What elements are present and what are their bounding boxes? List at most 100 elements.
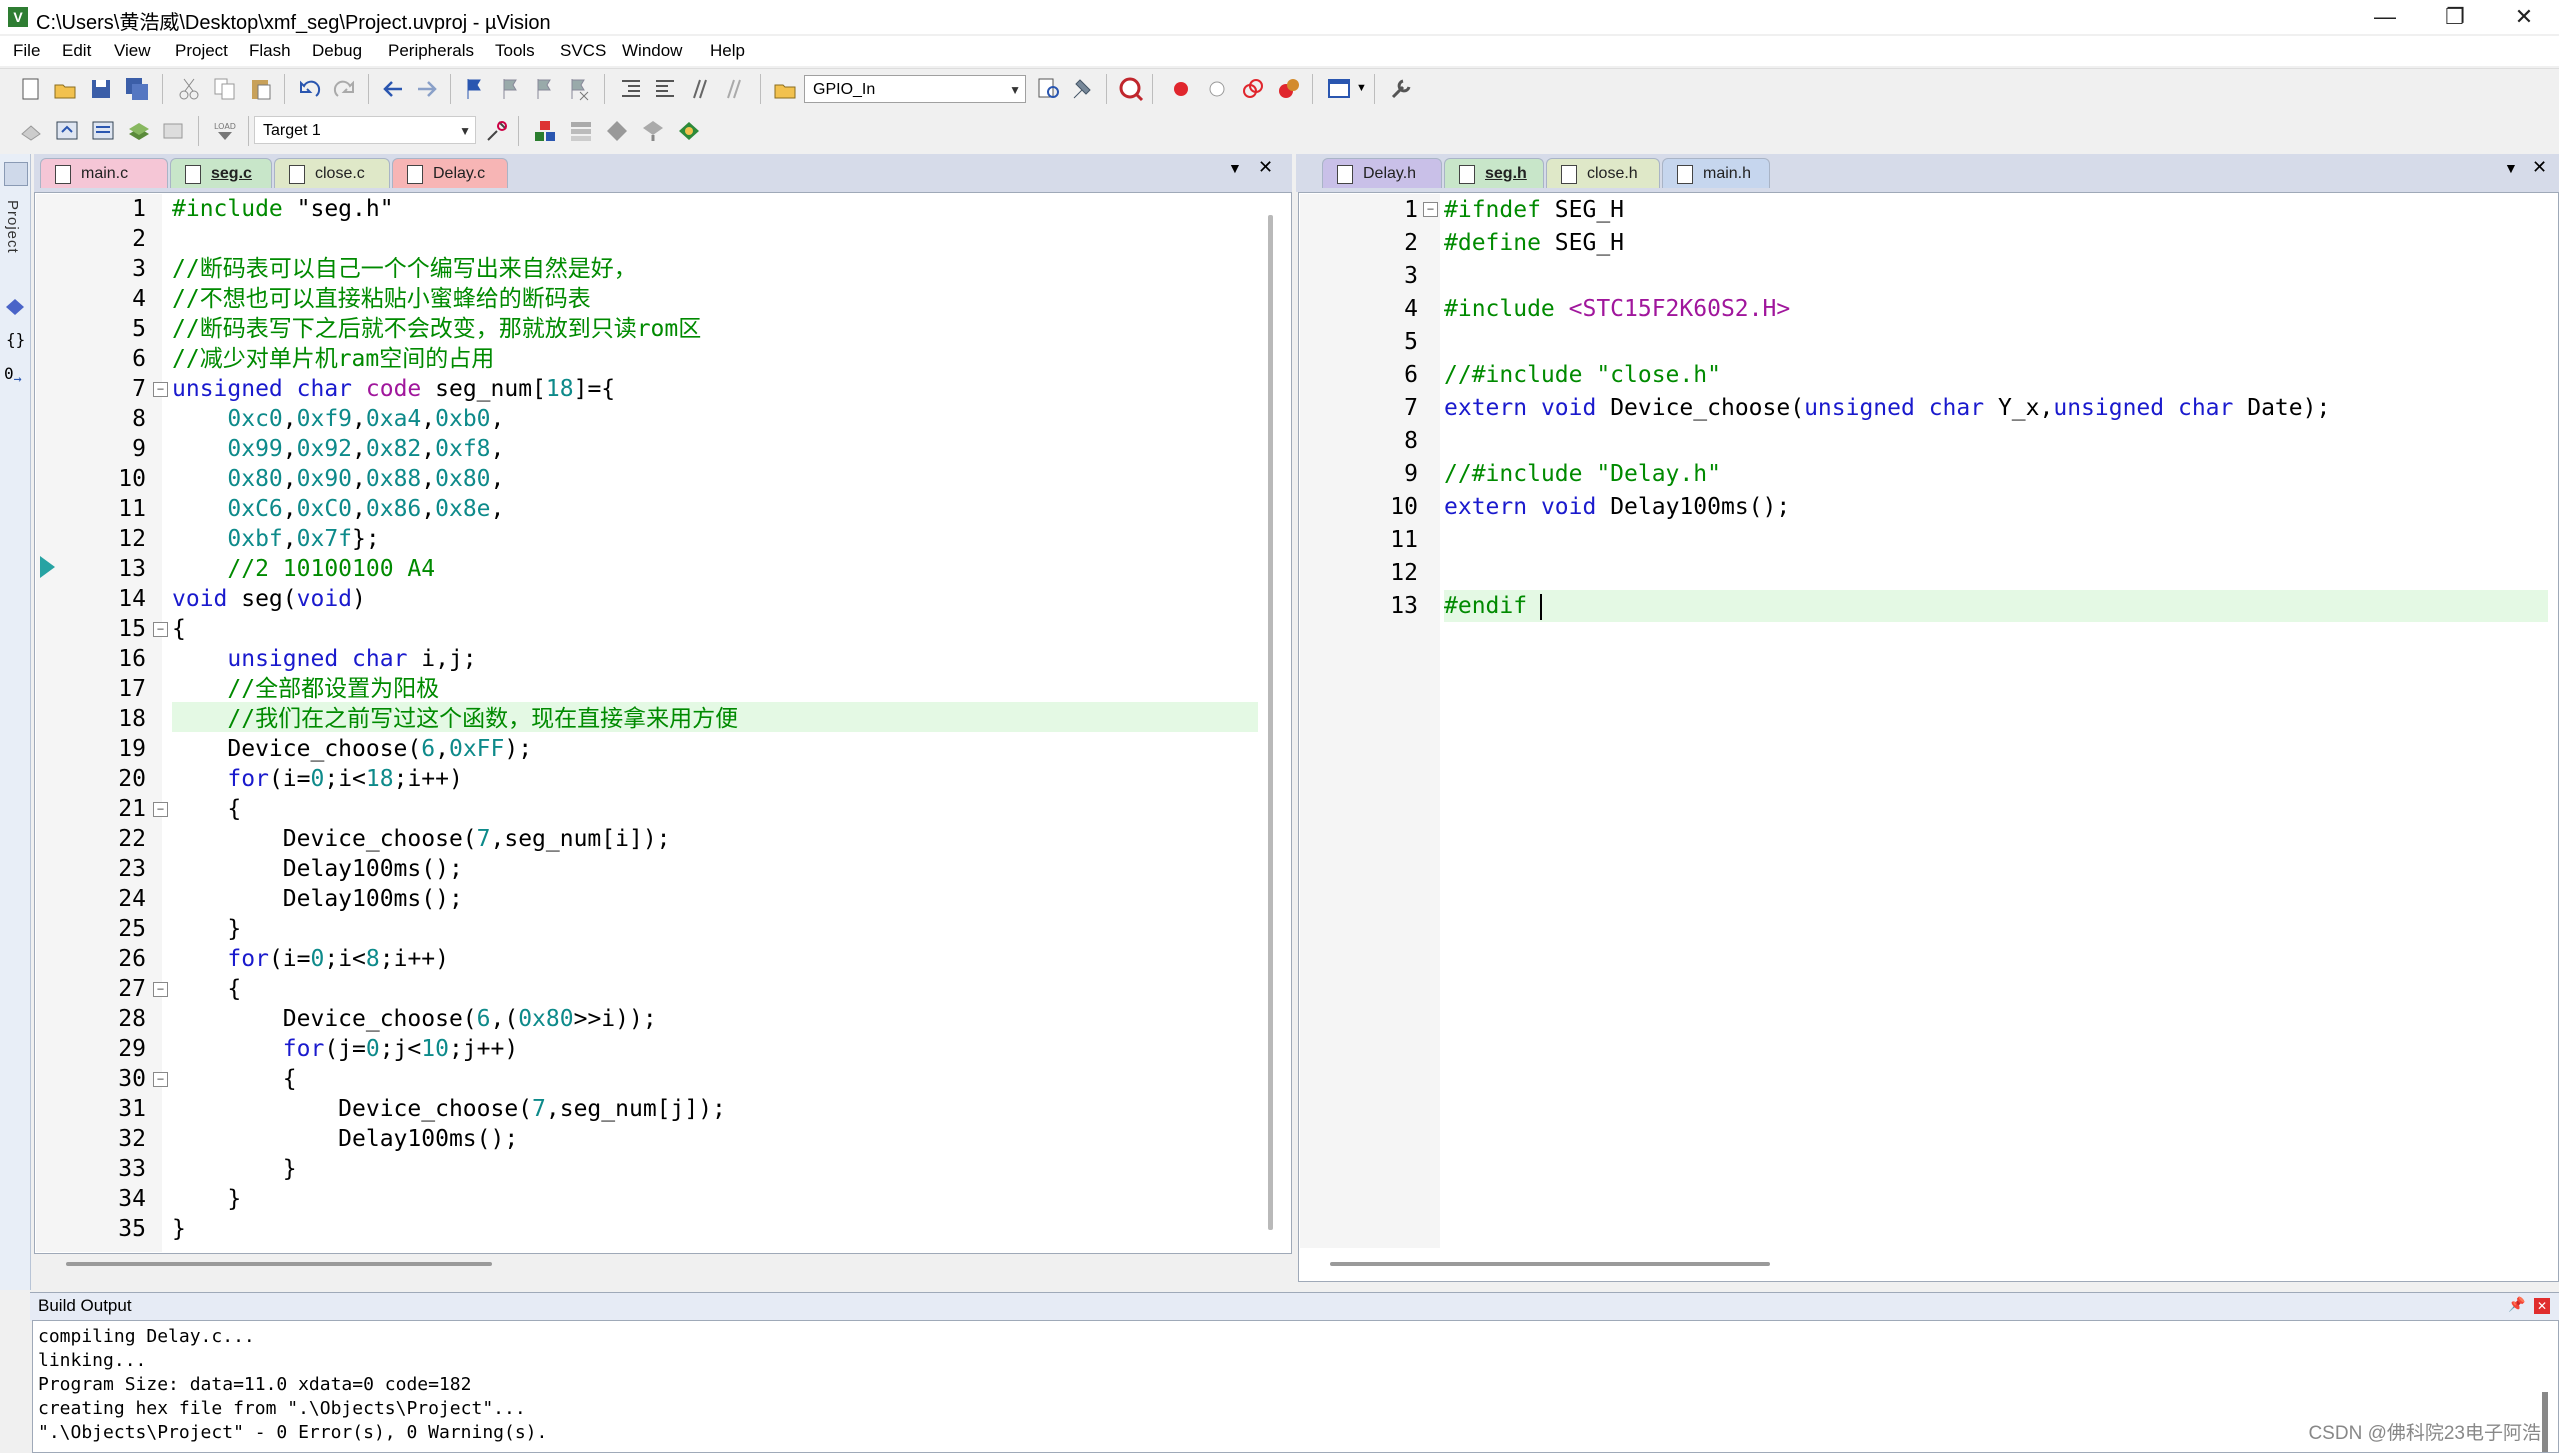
fold-toggle-icon[interactable]: − (153, 622, 168, 637)
project-tab-label[interactable]: Project (4, 200, 21, 254)
new-file-icon[interactable] (18, 76, 44, 102)
code-line[interactable]: } (172, 1184, 241, 1214)
redo-icon[interactable] (332, 76, 358, 102)
books-icon[interactable] (4, 296, 26, 318)
close-panel-icon[interactable]: ✕ (2534, 1298, 2550, 1314)
menu-view[interactable]: View (114, 41, 151, 61)
download-icon[interactable]: LOAD (212, 118, 238, 144)
configure-icon[interactable] (1388, 76, 1414, 102)
tab-Delay-c[interactable]: Delay.c (392, 158, 508, 188)
open-file-icon[interactable] (52, 76, 78, 102)
menu-tools[interactable]: Tools (495, 41, 535, 61)
tab-close-c[interactable]: close.c (274, 158, 390, 188)
debug-session-icon[interactable] (1118, 76, 1144, 102)
file-extensions-icon[interactable] (568, 118, 594, 144)
chevron-down-icon[interactable]: ▼ (459, 117, 471, 145)
menu-debug[interactable]: Debug (312, 41, 362, 61)
find-icon[interactable] (1036, 76, 1062, 102)
left-horizontal-scrollbar[interactable] (66, 1262, 492, 1266)
code-line[interactable]: extern void Delay100ms(); (1444, 491, 1790, 524)
right-horizontal-scrollbar[interactable] (1330, 1262, 1770, 1266)
code-line[interactable]: #define SEG_H (1444, 227, 1624, 260)
pin-icon[interactable]: 📌 (2508, 1296, 2525, 1313)
unindent-icon[interactable] (652, 76, 678, 102)
functions-icon[interactable]: {} (6, 330, 25, 349)
close-window-button[interactable]: ✕ (2489, 0, 2559, 34)
code-line[interactable]: #include "seg.h" (172, 194, 394, 224)
rte-configure-icon[interactable] (676, 118, 702, 144)
pack-installer-icon[interactable] (640, 118, 666, 144)
code-line[interactable]: //不想也可以直接粘贴小蜜蜂给的断码表 (172, 284, 591, 314)
code-line[interactable]: //断码表写下之后就不会改变，那就放到只读rom区 (172, 314, 701, 344)
layout-dropdown-icon[interactable]: ▼ (1356, 82, 1367, 94)
code-line[interactable]: #include <STC15F2K60S2.H> (1444, 293, 1790, 326)
window-layout-icon[interactable] (1326, 76, 1352, 102)
code-line[interactable]: #ifndef SEG_H (1444, 194, 1624, 227)
fold-toggle-icon[interactable]: − (153, 982, 168, 997)
code-line[interactable]: } (172, 914, 241, 944)
code-line[interactable]: Delay100ms(); (172, 854, 463, 884)
right-editor-pane[interactable] (1298, 192, 2559, 1282)
target-combo[interactable]: Target 1 ▼ (254, 116, 476, 144)
code-line[interactable]: Delay100ms(); (172, 1124, 518, 1154)
code-line[interactable]: //全部都设置为阳极 (172, 674, 439, 704)
cut-icon[interactable] (176, 76, 202, 102)
insert-breakpoint-icon[interactable] (1168, 76, 1194, 102)
menu-help[interactable]: Help (710, 41, 745, 61)
build-output-scrollbar[interactable] (2542, 1392, 2548, 1452)
code-line[interactable]: for(i=0;i<18;i++) (172, 764, 462, 794)
code-line[interactable]: Device_choose(7,seg_num[i]); (172, 824, 671, 854)
stop-build-icon[interactable] (160, 118, 186, 144)
fold-toggle-icon[interactable]: − (153, 382, 168, 397)
save-icon[interactable] (88, 76, 114, 102)
incremental-find-icon[interactable] (1070, 76, 1096, 102)
uncomment-icon[interactable] (722, 76, 748, 102)
select-packs-icon[interactable] (604, 118, 630, 144)
close-editor-icon[interactable]: ✕ (2532, 157, 2547, 178)
enable-breakpoint-icon[interactable] (1204, 76, 1230, 102)
tab-main-h[interactable]: main.h (1662, 158, 1770, 188)
menu-peripherals[interactable]: Peripherals (388, 41, 474, 61)
paste-icon[interactable] (248, 76, 274, 102)
code-line[interactable]: Device_choose(6,0xFF); (172, 734, 532, 764)
project-window-icon[interactable] (4, 162, 28, 186)
code-line[interactable]: Device_choose(7,seg_num[j]); (172, 1094, 726, 1124)
translate-icon[interactable] (18, 118, 44, 144)
code-line[interactable]: 0xC6,0xC0,0x86,0x8e, (172, 494, 504, 524)
code-line[interactable]: Delay100ms(); (172, 884, 463, 914)
code-line[interactable]: unsigned char code seg_num[18]={ (172, 374, 615, 404)
navigate-forward-icon[interactable] (414, 76, 440, 102)
fold-toggle-icon[interactable]: − (1423, 202, 1438, 217)
code-line[interactable]: 0x99,0x92,0x82,0xf8, (172, 434, 504, 464)
indent-icon[interactable] (618, 76, 644, 102)
find-in-files-icon[interactable] (772, 76, 798, 102)
code-line[interactable]: //减少对单片机ram空间的占用 (172, 344, 494, 374)
code-line[interactable]: unsigned char i,j; (172, 644, 476, 674)
code-line[interactable]: Device_choose(6,(0x80>>i)); (172, 1004, 657, 1034)
copy-icon[interactable] (212, 76, 238, 102)
left-vertical-scrollbar[interactable] (1268, 215, 1273, 1230)
disable-all-breakpoints-icon[interactable] (1240, 76, 1266, 102)
menu-flash[interactable]: Flash (249, 41, 291, 61)
navigate-back-icon[interactable] (380, 76, 406, 102)
tab-main-c[interactable]: main.c (40, 158, 168, 188)
batch-build-icon[interactable] (126, 118, 152, 144)
code-line[interactable]: for(j=0;j<10;j++) (172, 1034, 518, 1064)
code-line[interactable]: 0x80,0x90,0x88,0x80, (172, 464, 504, 494)
fold-toggle-icon[interactable]: − (153, 802, 168, 817)
code-line[interactable]: { (172, 794, 241, 824)
kill-all-breakpoints-icon[interactable] (1276, 76, 1302, 102)
bookmark-clear-icon[interactable] (566, 76, 592, 102)
save-all-icon[interactable] (124, 76, 150, 102)
code-line[interactable]: //#include "close.h" (1444, 359, 1721, 392)
menu-edit[interactable]: Edit (62, 41, 91, 61)
code-line[interactable]: //2 10100100 A4 (172, 554, 435, 584)
build-icon[interactable] (54, 118, 80, 144)
rebuild-icon[interactable] (90, 118, 116, 144)
close-editor-icon[interactable]: ✕ (1258, 157, 1273, 178)
chevron-down-icon[interactable]: ▼ (1009, 76, 1021, 104)
bookmark-next-icon[interactable] (532, 76, 558, 102)
code-line[interactable]: { (172, 974, 241, 1004)
menu-project[interactable]: Project (175, 41, 228, 61)
tab-seg-h[interactable]: seg.h (1444, 158, 1544, 188)
